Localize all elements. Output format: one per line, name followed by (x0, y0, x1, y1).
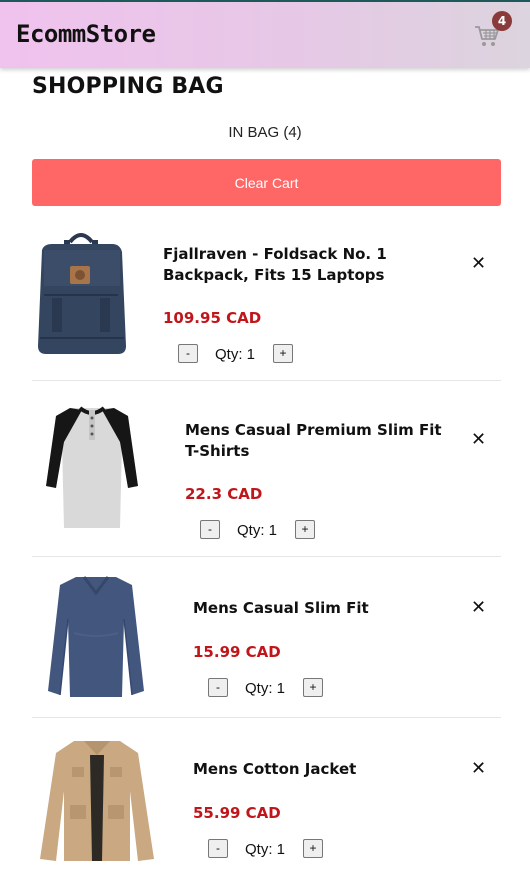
quantity-label: Qty: 1 (237, 522, 278, 539)
product-price-jacket: 55.99 CAD (193, 804, 281, 822)
app-header: EcommStore (0, 2, 530, 68)
decrease-qty-button[interactable]: - (208, 678, 228, 697)
product-price-backpack: 109.95 CAD (163, 309, 262, 327)
longsleeve-shirt-product-image (48, 576, 144, 697)
increase-qty-button[interactable]: + (295, 520, 315, 539)
product-name-jacket[interactable]: Mens Cotton Jacket (193, 759, 443, 780)
item-divider (32, 380, 501, 381)
brand-logo[interactable]: EcommStore (16, 20, 156, 48)
in-bag-count: IN BAG (4) (228, 124, 302, 141)
quantity-label: Qty: 1 (245, 841, 286, 858)
product-name-longsleeve[interactable]: Mens Casual Slim Fit (193, 598, 443, 619)
item-divider (32, 717, 501, 718)
quantity-label: Qty: 1 (245, 680, 286, 697)
decrease-qty-button[interactable]: - (208, 839, 228, 858)
product-price-tshirt: 22.3 CAD (185, 485, 263, 503)
clear-cart-button[interactable]: Clear Cart (32, 159, 501, 206)
product-name-tshirt[interactable]: Mens Casual Premium Slim Fit T-Shirts (185, 420, 445, 462)
product-price-longsleeve: 15.99 CAD (193, 643, 281, 661)
remove-item-icon[interactable]: ✕ (471, 597, 486, 618)
increase-qty-button[interactable]: + (303, 839, 323, 858)
decrease-qty-button[interactable]: - (178, 344, 198, 363)
remove-item-icon[interactable]: ✕ (471, 429, 486, 450)
item-divider (32, 556, 501, 557)
remove-item-icon[interactable]: ✕ (471, 758, 486, 779)
raglan-tshirt-product-image (46, 406, 138, 528)
backpack-product-image (38, 233, 126, 354)
cotton-jacket-product-image (40, 741, 154, 861)
remove-item-icon[interactable]: ✕ (471, 253, 486, 274)
decrease-qty-button[interactable]: - (200, 520, 220, 539)
increase-qty-button[interactable]: + (303, 678, 323, 697)
cart-count-badge: 4 (492, 11, 512, 31)
page-title: SHOPPING BAG (32, 74, 224, 99)
product-name-backpack[interactable]: Fjallraven - Foldsack No. 1 Backpack, Fi… (163, 244, 453, 286)
quantity-label: Qty: 1 (215, 346, 256, 363)
increase-qty-button[interactable]: + (273, 344, 293, 363)
